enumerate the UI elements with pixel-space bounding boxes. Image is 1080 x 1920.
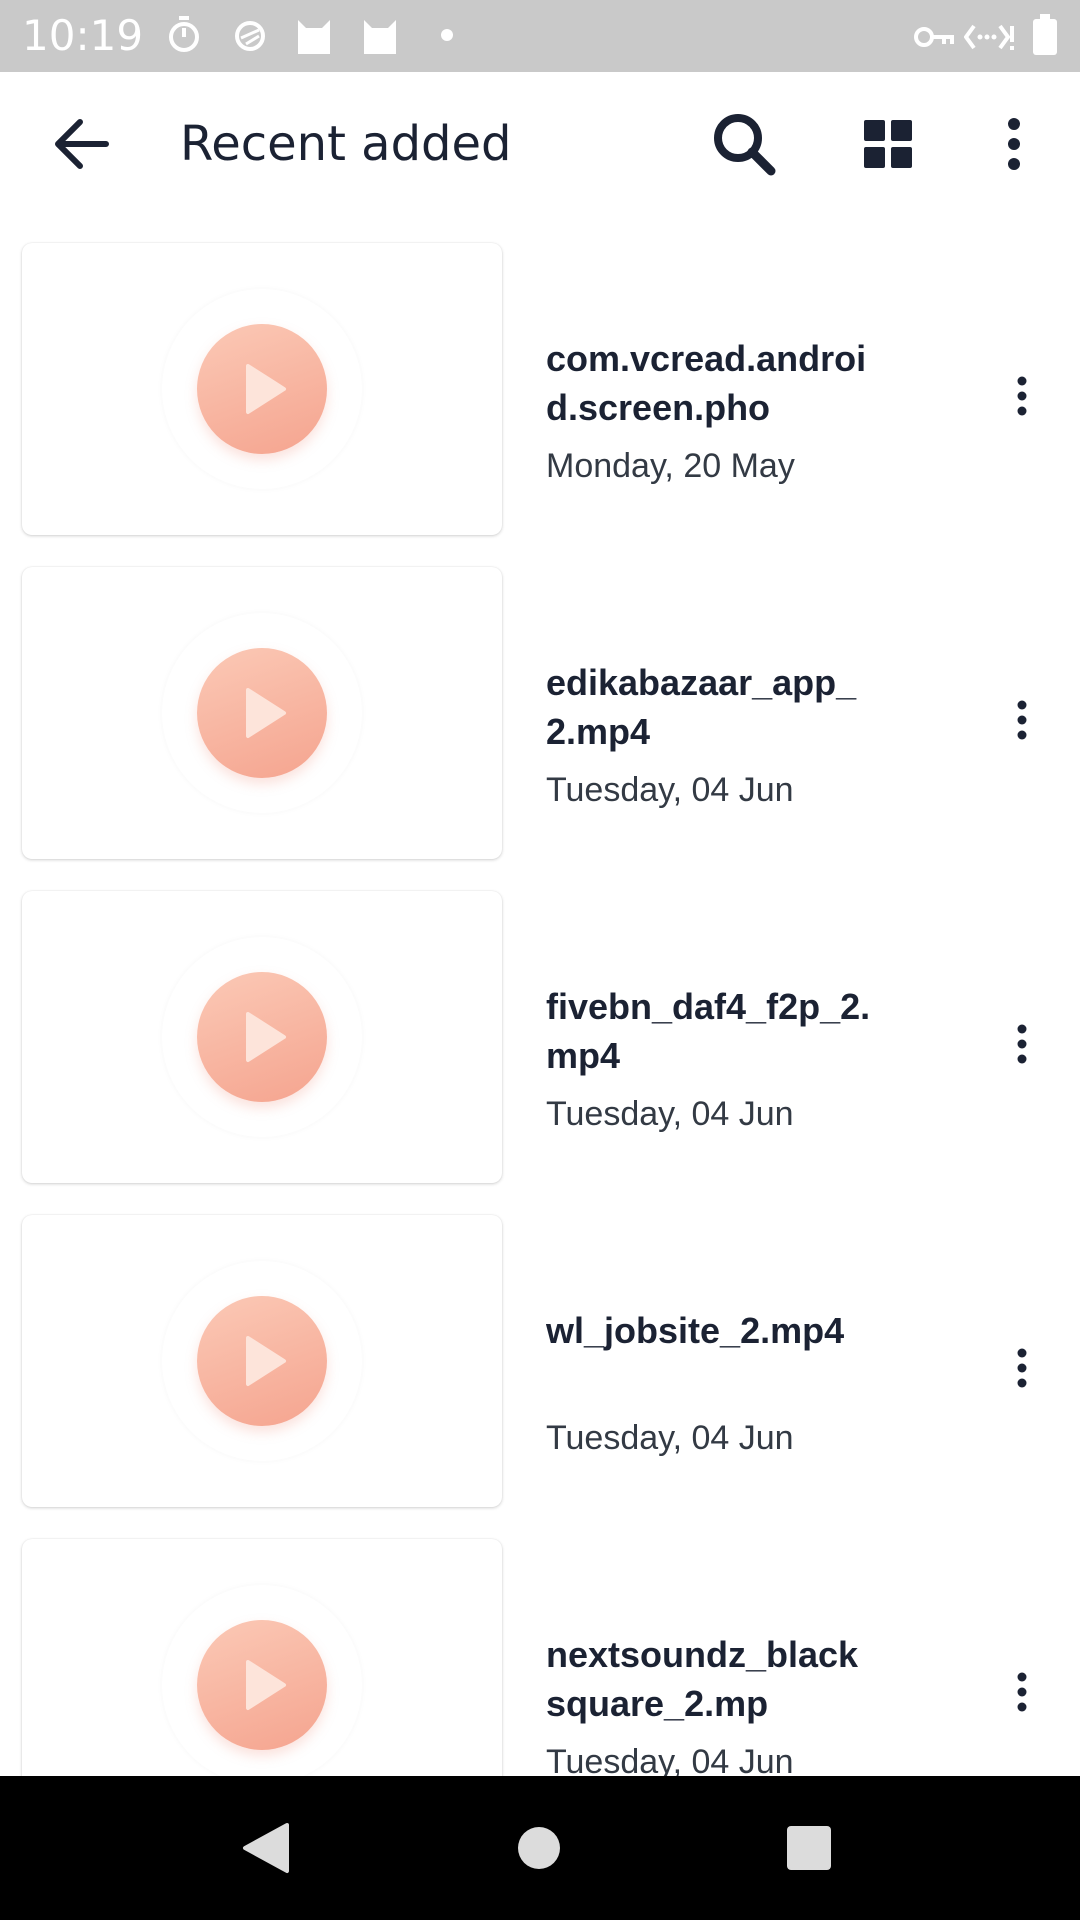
more-options-button[interactable] [976, 106, 1052, 182]
play-button[interactable] [197, 324, 327, 454]
play-icon [246, 1660, 286, 1710]
item-more-button[interactable] [1000, 1336, 1044, 1400]
item-date: Tuesday, 04 Jun [546, 1095, 794, 1133]
play-icon [246, 364, 286, 414]
video-thumbnail[interactable] [22, 891, 502, 1183]
item-date: Tuesday, 04 Jun [546, 771, 794, 809]
list-item[interactable]: wl_jobsite_2.mp4 Tuesday, 04 Jun [0, 1188, 1080, 1512]
search-icon [714, 114, 776, 176]
battery-icon [1032, 14, 1058, 61]
play-button[interactable] [197, 1296, 327, 1426]
video-thumbnail[interactable] [22, 567, 502, 859]
search-button[interactable] [706, 106, 782, 182]
more-vert-icon [1017, 1672, 1027, 1712]
item-title: fivebn_daf4_f2p_2.mp4 [546, 986, 871, 1076]
list-item[interactable]: nextsoundz_blacksquare_2.mp Tuesday, 04 … [0, 1512, 1080, 1776]
item-more-button[interactable] [1000, 364, 1044, 428]
item-date: Tuesday, 04 Jun [546, 1419, 794, 1457]
item-more-button[interactable] [1000, 688, 1044, 752]
list-item[interactable]: com.vcread.android.screen.pho Monday, 20… [0, 216, 1080, 540]
nav-recents-button[interactable] [773, 1812, 845, 1884]
sync-icon [232, 14, 268, 59]
play-icon [246, 688, 286, 738]
cat-icon [294, 14, 334, 61]
play-button[interactable] [197, 648, 327, 778]
nav-home-button[interactable] [503, 1812, 575, 1884]
play-button[interactable] [197, 972, 327, 1102]
back-button[interactable] [50, 116, 114, 172]
stopwatch-icon [166, 14, 202, 59]
dot-icon [440, 28, 454, 47]
list-item[interactable]: fivebn_daf4_f2p_2.mp4 Tuesday, 04 Jun [0, 864, 1080, 1188]
video-thumbnail[interactable] [22, 1539, 502, 1776]
item-title: nextsoundz_blacksquare_2.mp [546, 1634, 859, 1724]
more-vert-icon [1008, 118, 1020, 170]
play-icon [246, 1336, 286, 1386]
play-button[interactable] [197, 1620, 327, 1750]
status-bar: 10:19 [0, 0, 1080, 72]
nav-recents-icon [787, 1826, 831, 1870]
more-vert-icon [1017, 700, 1027, 740]
more-vert-icon [1017, 1024, 1027, 1064]
cat-icon [360, 14, 400, 61]
data-saver-icon [963, 20, 1014, 59]
item-title: edikabazaar_app_2.mp4 [546, 662, 857, 752]
page-title: Recent added [180, 116, 512, 172]
app-bar: Recent added [0, 72, 1080, 216]
system-nav-bar [0, 1776, 1080, 1920]
nav-back-icon [243, 1823, 289, 1873]
video-list: com.vcread.android.screen.pho Monday, 20… [0, 216, 1080, 1776]
more-vert-icon [1017, 376, 1027, 416]
nav-back-button[interactable] [230, 1812, 302, 1884]
status-time: 10:19 [22, 11, 144, 60]
item-title: wl_jobsite_2.mp4 [546, 1310, 845, 1351]
grid-view-icon [864, 120, 912, 168]
item-more-button[interactable] [1000, 1660, 1044, 1724]
item-title: com.vcread.android.screen.pho [546, 338, 867, 428]
nav-home-icon [518, 1827, 560, 1869]
play-icon [246, 1012, 286, 1062]
arrow-back-icon [55, 119, 109, 169]
item-date: Monday, 20 May [546, 447, 795, 485]
item-date: Tuesday, 04 Jun [546, 1743, 794, 1776]
item-more-button[interactable] [1000, 1012, 1044, 1076]
more-vert-icon [1017, 1348, 1027, 1388]
video-thumbnail[interactable] [22, 243, 502, 535]
video-thumbnail[interactable] [22, 1215, 502, 1507]
grid-view-button[interactable] [850, 106, 926, 182]
vpn-key-icon [914, 22, 954, 57]
list-item[interactable]: edikabazaar_app_2.mp4 Tuesday, 04 Jun [0, 540, 1080, 864]
